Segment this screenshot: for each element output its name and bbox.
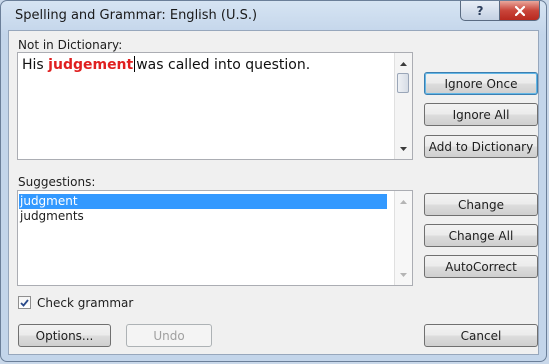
options-button[interactable]: Options... [18, 324, 111, 347]
not-in-dictionary-label: Not in Dictionary: [18, 38, 123, 52]
checkmark-icon [20, 298, 29, 307]
autocorrect-button[interactable]: AutoCorrect [424, 255, 538, 278]
suggestion-item[interactable]: judgments [19, 209, 84, 224]
help-button[interactable]: ? [460, 1, 500, 21]
close-button[interactable] [499, 1, 540, 21]
cancel-button[interactable]: Cancel [424, 324, 538, 347]
change-all-button[interactable]: Change All [424, 224, 538, 247]
spelling-grammar-dialog: Spelling and Grammar: English (U.S.) ? N… [0, 0, 547, 362]
scroll-down-arrow[interactable] [395, 140, 412, 157]
scroll-thumb[interactable] [397, 73, 409, 93]
dialog-title: Spelling and Grammar: English (U.S.) [15, 8, 258, 23]
suggestions-list[interactable]: judgment judgments [17, 190, 413, 286]
scroll-up-arrow[interactable] [395, 193, 412, 210]
suggestions-scrollbar[interactable] [394, 191, 412, 285]
flagged-word: judgement [48, 57, 134, 73]
arrow-up-icon [400, 61, 407, 66]
ignore-all-button[interactable]: Ignore All [424, 103, 538, 126]
sentence-textbox[interactable]: His judgement was called into question. [17, 52, 413, 160]
sentence-text: His judgement was called into question. [22, 56, 310, 73]
scroll-up-arrow[interactable] [395, 55, 412, 72]
check-grammar-label[interactable]: Check grammar [37, 296, 133, 310]
arrow-down-icon [400, 272, 407, 277]
dialog-body: Not in Dictionary: His judgement was call… [8, 30, 539, 355]
suggestion-item[interactable]: judgment [19, 194, 387, 209]
help-icon: ? [476, 3, 484, 18]
change-button[interactable]: Change [424, 193, 538, 216]
scroll-down-arrow[interactable] [395, 266, 412, 283]
ignore-once-button[interactable]: Ignore Once [424, 72, 538, 95]
arrow-down-icon [400, 146, 407, 151]
sentence-before: His [22, 57, 49, 73]
add-to-dictionary-button[interactable]: Add to Dictionary [424, 135, 538, 158]
check-grammar-checkbox[interactable] [18, 296, 31, 309]
close-icon [514, 5, 525, 16]
sentence-scrollbar[interactable] [394, 53, 412, 159]
sentence-after: was called into question. [136, 57, 311, 73]
undo-button[interactable]: Undo [126, 324, 212, 347]
arrow-up-icon [400, 199, 407, 204]
suggestions-label: Suggestions: [18, 175, 96, 189]
